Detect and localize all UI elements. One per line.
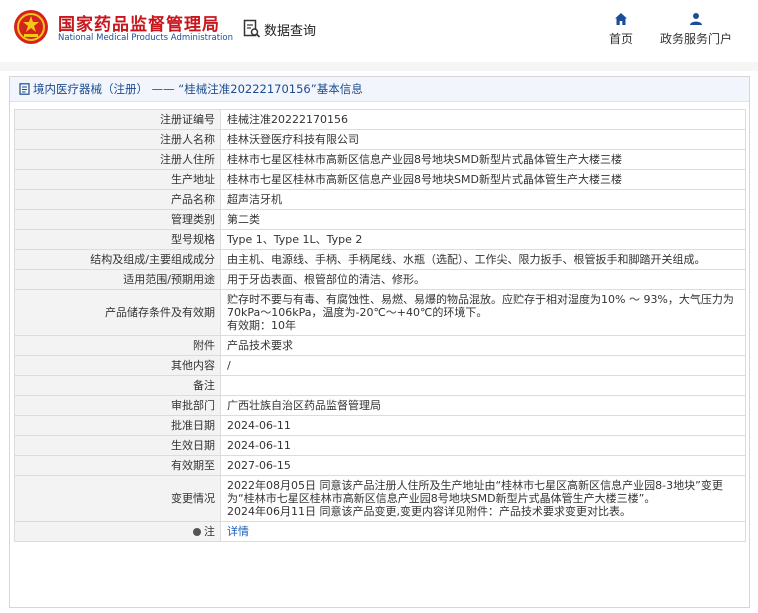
logo-english-name[interactable]: National Medical Products Administration: [58, 33, 233, 43]
table-row: 结构及组成/主要组成成分 由主机、电源线、手柄、手柄尾线、水瓶（选配）、工作尖、…: [14, 249, 746, 270]
info-panel: 境内医疗器械（注册） —— “桂械注准20222170156”基本信息 注册证编…: [9, 76, 750, 608]
site-header: 国家药品监督管理局 National Medical Products Admi…: [0, 0, 758, 62]
national-emblem-icon: [14, 10, 48, 44]
basic-info-table: 注册证编号 桂械注准20222170156 注册人名称 桂林沃登医疗科技有限公司…: [14, 109, 746, 542]
table-row: 注册人住所 桂林市七星区桂林市高新区信息产业园8号地块SMD新型片式晶体管生产大…: [14, 149, 746, 170]
logo-chinese-name[interactable]: 国家药品监督管理局: [58, 10, 220, 35]
row-key: 批准日期: [14, 415, 221, 436]
row-key: 适用范围/预期用途: [14, 269, 221, 290]
row-value: 桂林沃登医疗科技有限公司: [220, 129, 746, 150]
home-icon: [615, 13, 627, 25]
table-row: 适用范围/预期用途 用于牙齿表面、根管部位的清洁、修形。: [14, 269, 746, 290]
row-value: 用于牙齿表面、根管部位的清洁、修形。: [220, 269, 746, 290]
validity-period: 有效期：10年: [227, 319, 296, 332]
table-row: 审批部门 广西壮族自治区药品监督管理局: [14, 395, 746, 416]
data-query-label: 数据查询: [264, 23, 317, 39]
lightbulb-icon: [193, 528, 201, 536]
row-key: 审批部门: [14, 395, 221, 416]
table-row: 产品储存条件及有效期 贮存时不要与有毒、有腐蚀性、易燃、易爆的物品混放。应贮存于…: [14, 289, 746, 336]
user-icon: [690, 13, 702, 25]
table-row: 型号规格 Type 1、Type 1L、Type 2: [14, 229, 746, 250]
table-row: 产品名称 超声洁牙机: [14, 189, 746, 210]
row-value: 广西壮族自治区药品监督管理局: [220, 395, 746, 416]
note-key-label: 注: [204, 525, 215, 538]
storage-conditions: 贮存时不要与有毒、有腐蚀性、易燃、易爆的物品混放。应贮存于相对湿度为10% ～ …: [227, 293, 734, 319]
row-key: 变更情况: [14, 475, 221, 522]
row-key: 其他内容: [14, 355, 221, 376]
row-value: 2024-06-11: [220, 415, 746, 436]
panel-title-text: 境内医疗器械（注册） —— “桂械注准20222170156”基本信息: [33, 82, 363, 96]
row-key: 注册证编号: [14, 109, 221, 130]
table-row: 备注: [14, 375, 746, 396]
row-value: Type 1、Type 1L、Type 2: [220, 229, 746, 250]
row-key: 附件: [14, 335, 221, 356]
table-row: 注 详情: [14, 521, 746, 542]
row-value: 详情: [220, 521, 746, 542]
row-value: 产品技术要求: [220, 335, 746, 356]
row-key: 型号规格: [14, 229, 221, 250]
table-row: 附件 产品技术要求: [14, 335, 746, 356]
table-row: 其他内容 /: [14, 355, 746, 376]
row-key: 结构及组成/主要组成成分: [14, 249, 221, 270]
row-value: 由主机、电源线、手柄、手柄尾线、水瓶（选配）、工作尖、限力扳手、根管扳手和脚踏开…: [220, 249, 746, 270]
table-row: 注册证编号 桂械注准20222170156: [14, 109, 746, 130]
row-value: 贮存时不要与有毒、有腐蚀性、易燃、易爆的物品混放。应贮存于相对湿度为10% ～ …: [220, 289, 746, 336]
row-key: 有效期至: [14, 455, 221, 476]
row-value: 超声洁牙机: [220, 189, 746, 210]
change-record-2024: 2024年06月11日 同意该产品变更,变更内容详见附件：产品技术要求变更对比表…: [227, 505, 631, 518]
row-key: 生产地址: [14, 169, 221, 190]
table-row: 批准日期 2024-06-11: [14, 415, 746, 436]
table-row: 生产地址 桂林市七星区桂林市高新区信息产业园8号地块SMD新型片式晶体管生产大楼…: [14, 169, 746, 190]
header-divider: [0, 62, 758, 71]
row-value: 2024-06-11: [220, 435, 746, 456]
row-key: 产品储存条件及有效期: [14, 289, 221, 336]
nav-home-label: 首页: [608, 32, 633, 46]
row-value: 桂械注准20222170156: [220, 109, 746, 130]
row-value: 桂林市七星区桂林市高新区信息产业园8号地块SMD新型片式晶体管生产大楼三楼: [220, 169, 746, 190]
table-row: 生效日期 2024-06-11: [14, 435, 746, 456]
nav-home[interactable]: 首页: [604, 12, 638, 47]
row-value: 2022年08月05日 同意该产品注册人住所及生产地址由“桂林市七星区高新区信息…: [220, 475, 746, 522]
row-value: 2027-06-15: [220, 455, 746, 476]
row-key: 产品名称: [14, 189, 221, 210]
row-key-note: 注: [14, 521, 221, 542]
panel-title: 境内医疗器械（注册） —— “桂械注准20222170156”基本信息: [10, 77, 749, 102]
row-value: [220, 375, 746, 396]
nav-portal-label: 政务服务门户: [659, 32, 732, 46]
table-row: 变更情况 2022年08月05日 同意该产品注册人住所及生产地址由“桂林市七星区…: [14, 475, 746, 522]
document-search-icon: [243, 19, 261, 38]
details-link[interactable]: 详情: [227, 525, 249, 538]
row-value: 桂林市七星区桂林市高新区信息产业园8号地块SMD新型片式晶体管生产大楼三楼: [220, 149, 746, 170]
row-value: 第二类: [220, 209, 746, 230]
row-key: 注册人住所: [14, 149, 221, 170]
nav-service-portal[interactable]: 政务服务门户: [656, 12, 736, 47]
table-row: 注册人名称 桂林沃登医疗科技有限公司: [14, 129, 746, 150]
row-key: 备注: [14, 375, 221, 396]
table-row: 管理类别 第二类: [14, 209, 746, 230]
document-icon: [19, 83, 30, 95]
change-record-2022: 2022年08月05日 同意该产品注册人住所及生产地址由“桂林市七星区高新区信息…: [227, 479, 723, 505]
table-row: 有效期至 2027-06-15: [14, 455, 746, 476]
row-value: /: [220, 355, 746, 376]
row-key: 生效日期: [14, 435, 221, 456]
row-key: 管理类别: [14, 209, 221, 230]
data-query-link[interactable]: 数据查询: [243, 18, 316, 40]
row-key: 注册人名称: [14, 129, 221, 150]
